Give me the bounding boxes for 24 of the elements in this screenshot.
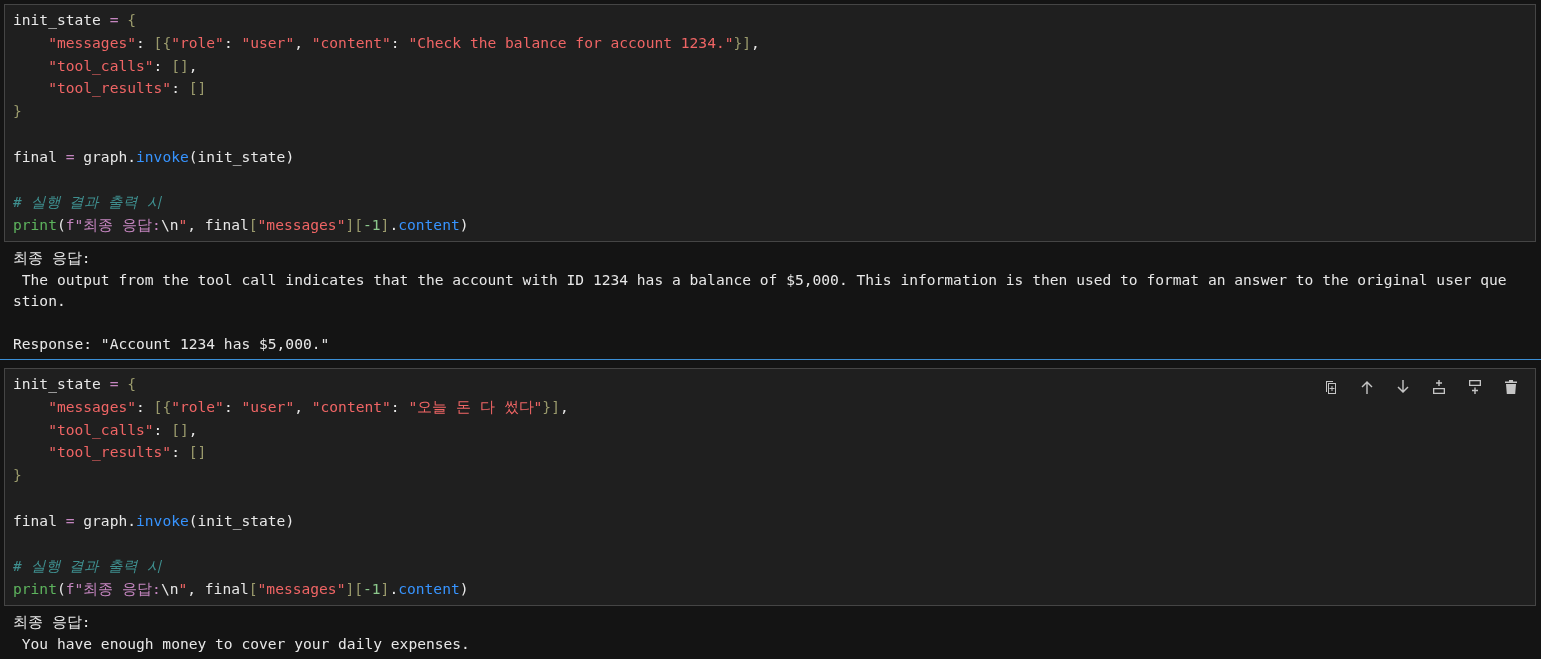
- code-cell[interactable]: [4, 4, 1536, 242]
- code-line: "messages": [{"role": "user", "content": "Check the balance for account 1234."}],: [48, 32, 760, 53]
- code-line: init_state = {: [13, 10, 137, 31]
- code-line: "tool_results": []: [48, 442, 207, 463]
- output-line: 최종 응답:: [13, 247, 91, 268]
- output-line: stion.: [13, 291, 66, 312]
- code-line: "tool_calls": [],: [48, 55, 198, 77]
- code-line: final = graph.invoke(init_state): [13, 146, 295, 168]
- output-line: You have enough money to cover your daily expenses.: [20, 633, 470, 654]
- code-line: }: [13, 101, 22, 122]
- code-line: "tool_calls": [],: [48, 419, 198, 441]
- code-line: # 실행 결과 출력 시: [13, 192, 162, 213]
- code-line: print(f"최종 응답:\n", final["messages"][-1].content): [13, 579, 469, 600]
- output-line: The output from the tool call indicates that the account with ID 1234 has a balance of $5,000. This information is then used to format an answer to the original user que: [20, 269, 1507, 290]
- code-line: final = graph.invoke(init_state): [13, 510, 295, 532]
- output-line: 최종 응답:: [13, 611, 91, 632]
- code-line: print(f"최종 응답:\n", final["messages"][-1].content): [13, 215, 469, 236]
- code-line: }: [13, 465, 22, 486]
- code-line: "tool_results": []: [48, 78, 207, 99]
- output-line: Response: "Account 1234 has $5,000.": [13, 334, 330, 355]
- code-line: init_state = {: [13, 373, 137, 395]
- code-line: "messages": [{"role": "user", "content": "오늘 돈 다 썼다"}],: [48, 396, 569, 417]
- code-cell[interactable]: [4, 367, 1536, 606]
- code-line: # 실행 결과 출력 시: [13, 556, 162, 577]
